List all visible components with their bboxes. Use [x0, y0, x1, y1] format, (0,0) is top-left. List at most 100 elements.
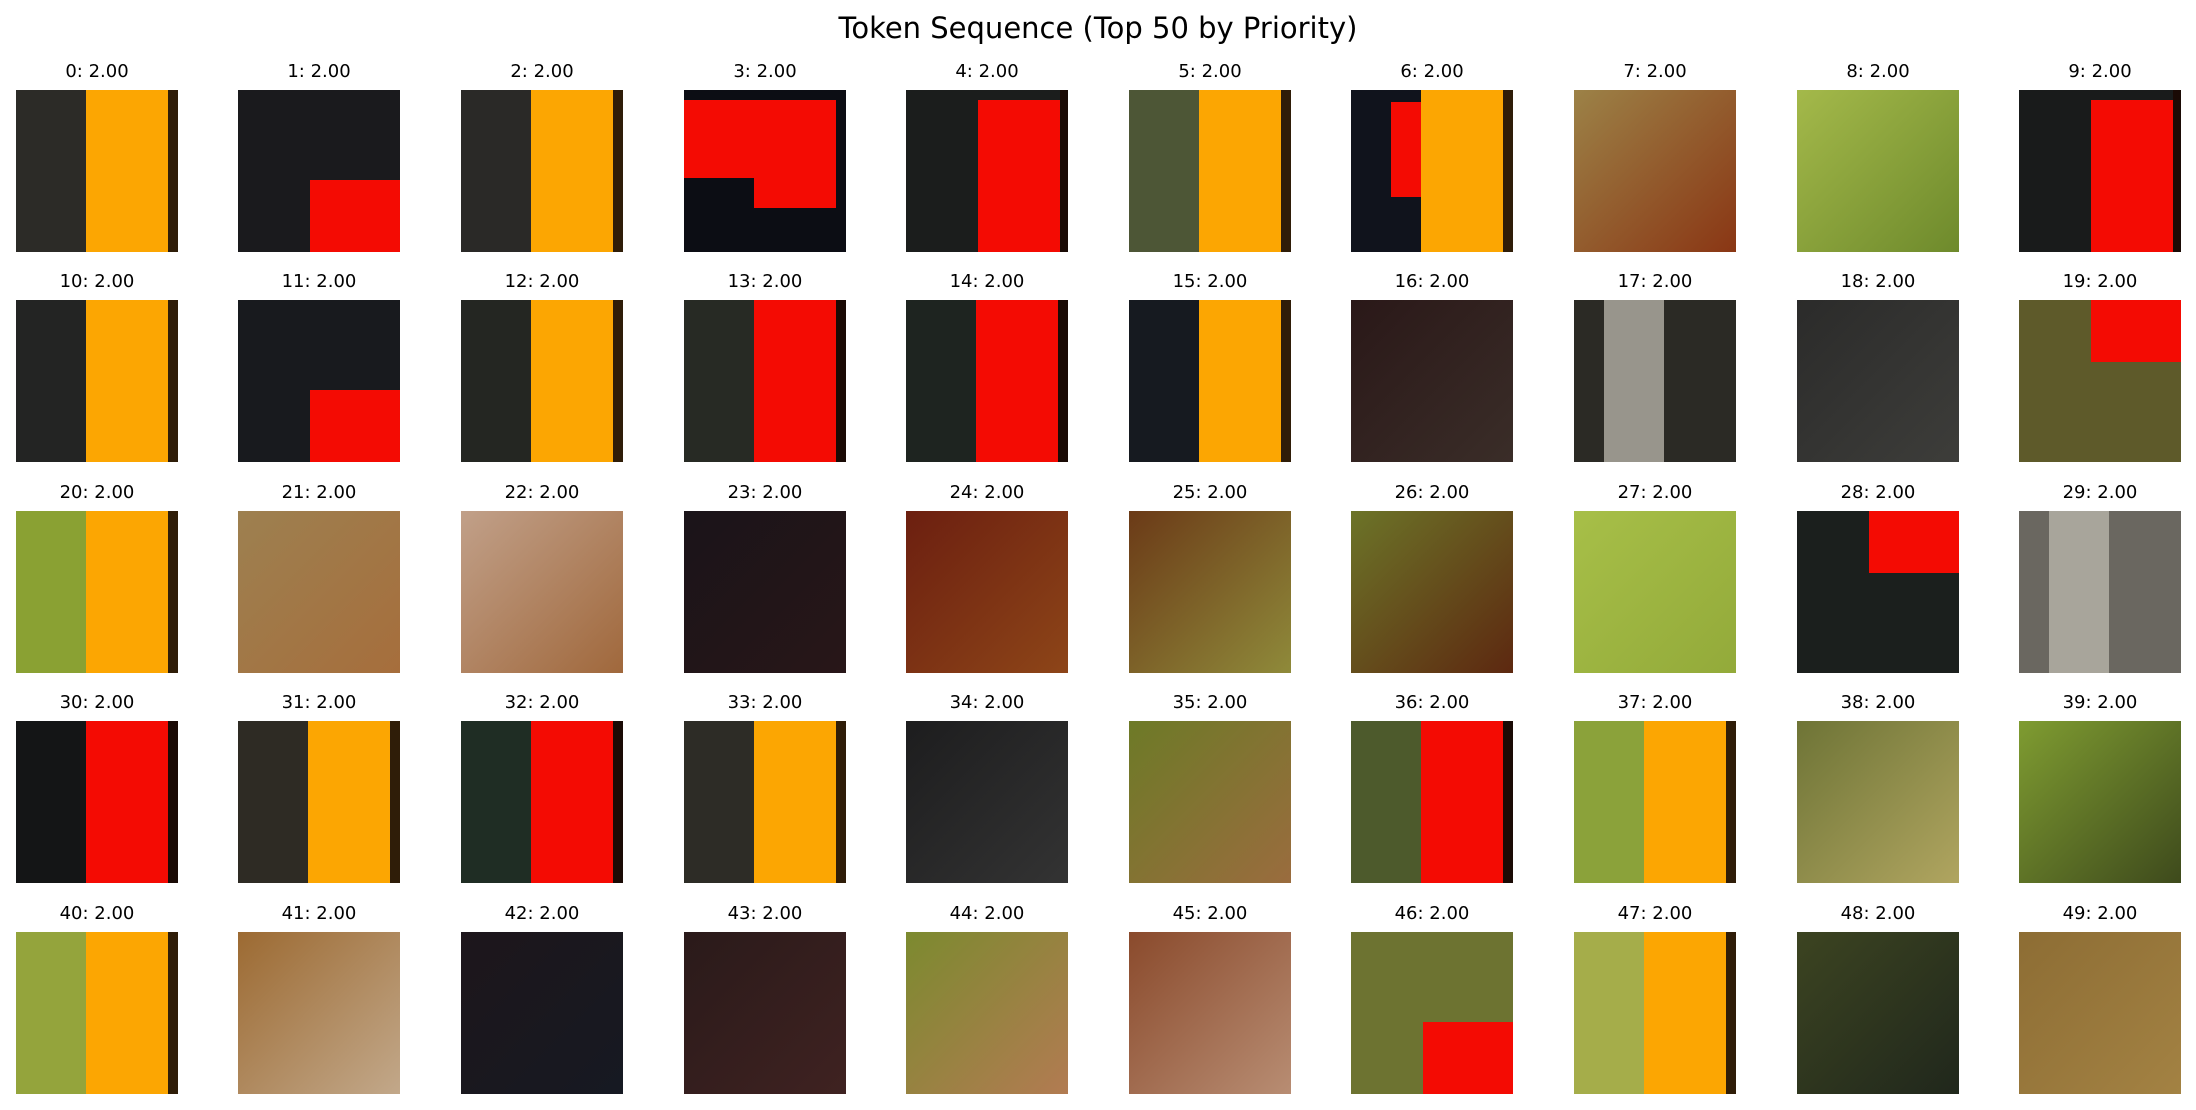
red-stripe: [754, 300, 836, 462]
token-label: 37: 2.00: [1617, 692, 1693, 713]
token-image: [1129, 721, 1291, 883]
token-tile: 28: 2.00: [1797, 481, 1959, 673]
orange-stripe: [1199, 90, 1281, 252]
red-block: [684, 100, 836, 178]
light-stripe: [2049, 511, 2109, 673]
token-tile: 0: 2.00: [16, 60, 178, 252]
token-label: 45: 2.00: [1172, 903, 1248, 924]
token-tile: 26: 2.00: [1351, 481, 1513, 673]
token-tile: 23: 2.00: [684, 481, 846, 673]
token-label: 23: 2.00: [727, 482, 803, 503]
token-image: [461, 511, 623, 673]
token-label: 33: 2.00: [727, 692, 803, 713]
orange-stripe: [754, 721, 836, 883]
token-label: 19: 2.00: [2062, 271, 2138, 292]
dark-edge: [613, 721, 623, 883]
token-label: 36: 2.00: [1394, 692, 1470, 713]
token-image: [1351, 511, 1513, 673]
dark-edge: [168, 721, 178, 883]
token-label: 21: 2.00: [281, 482, 357, 503]
red-block: [754, 178, 836, 208]
token-image: [2019, 721, 2181, 883]
orange-stripe: [308, 721, 390, 883]
token-label: 44: 2.00: [949, 903, 1025, 924]
token-label: 7: 2.00: [1623, 61, 1687, 82]
dark-edge: [1726, 932, 1736, 1094]
token-label: 9: 2.00: [2068, 61, 2132, 82]
token-label: 13: 2.00: [727, 271, 803, 292]
figure-title: Token Sequence (Top 50 by Priority): [838, 11, 1358, 45]
dark-edge: [1503, 90, 1513, 252]
token-label: 31: 2.00: [281, 692, 357, 713]
red-stripe: [976, 300, 1058, 462]
token-image: [461, 90, 623, 252]
token-tile: 11: 2.00: [238, 270, 400, 462]
token-image: [1574, 300, 1736, 462]
token-tile: 34: 2.00: [906, 691, 1068, 883]
token-tile: 27: 2.00: [1574, 481, 1736, 673]
red-block: [1391, 102, 1421, 197]
token-image: [238, 511, 400, 673]
token-image: [2019, 932, 2181, 1094]
token-tile: 35: 2.00: [1129, 691, 1291, 883]
red-block: [1869, 511, 1959, 573]
token-image: [16, 300, 178, 462]
orange-stripe: [1644, 932, 1726, 1094]
token-label: 3: 2.00: [733, 61, 797, 82]
token-label: 5: 2.00: [1178, 61, 1242, 82]
token-label: 20: 2.00: [59, 482, 135, 503]
token-image: [1797, 90, 1959, 252]
red-stripe: [2091, 100, 2173, 252]
token-label: 14: 2.00: [949, 271, 1025, 292]
token-label: 6: 2.00: [1400, 61, 1464, 82]
token-tile: 1: 2.00: [238, 60, 400, 252]
token-label: 38: 2.00: [1840, 692, 1916, 713]
red-block: [310, 180, 400, 252]
token-label: 2: 2.00: [510, 61, 574, 82]
token-image: [684, 300, 846, 462]
token-image: [461, 932, 623, 1094]
token-tile: 17: 2.00: [1574, 270, 1736, 462]
dark-edge: [1060, 90, 1068, 252]
token-tile: 44: 2.00: [906, 902, 1068, 1094]
token-tile: 16: 2.00: [1351, 270, 1513, 462]
token-image: [1797, 511, 1959, 673]
token-label: 47: 2.00: [1617, 903, 1693, 924]
token-image: [16, 90, 178, 252]
token-tile: 5: 2.00: [1129, 60, 1291, 252]
token-image: [1129, 932, 1291, 1094]
token-label: 42: 2.00: [504, 903, 580, 924]
dark-edge: [613, 300, 623, 462]
token-image: [906, 721, 1068, 883]
token-label: 27: 2.00: [1617, 482, 1693, 503]
token-image: [1574, 90, 1736, 252]
orange-stripe: [86, 90, 168, 252]
token-label: 11: 2.00: [281, 271, 357, 292]
token-tile: 40: 2.00: [16, 902, 178, 1094]
token-image: [1574, 721, 1736, 883]
token-tile: 6: 2.00: [1351, 60, 1513, 252]
token-image: [1129, 511, 1291, 673]
token-label: 24: 2.00: [949, 482, 1025, 503]
token-image: [2019, 90, 2181, 252]
token-label: 32: 2.00: [504, 692, 580, 713]
token-image: [1574, 932, 1736, 1094]
token-label: 18: 2.00: [1840, 271, 1916, 292]
token-label: 41: 2.00: [281, 903, 357, 924]
dark-edge: [1281, 90, 1291, 252]
token-tile: 9: 2.00: [2019, 60, 2181, 252]
token-image: [2019, 300, 2181, 462]
token-image: [1351, 932, 1513, 1094]
dark-edge: [1726, 721, 1736, 883]
token-image: [906, 300, 1068, 462]
token-tile: 47: 2.00: [1574, 902, 1736, 1094]
token-label: 30: 2.00: [59, 692, 135, 713]
dark-edge: [168, 90, 178, 252]
token-tile: 24: 2.00: [906, 481, 1068, 673]
token-tile: 38: 2.00: [1797, 691, 1959, 883]
token-image: [684, 90, 846, 252]
token-tile: 18: 2.00: [1797, 270, 1959, 462]
token-tile: 29: 2.00: [2019, 481, 2181, 673]
token-tile: 46: 2.00: [1351, 902, 1513, 1094]
token-image: [684, 932, 846, 1094]
